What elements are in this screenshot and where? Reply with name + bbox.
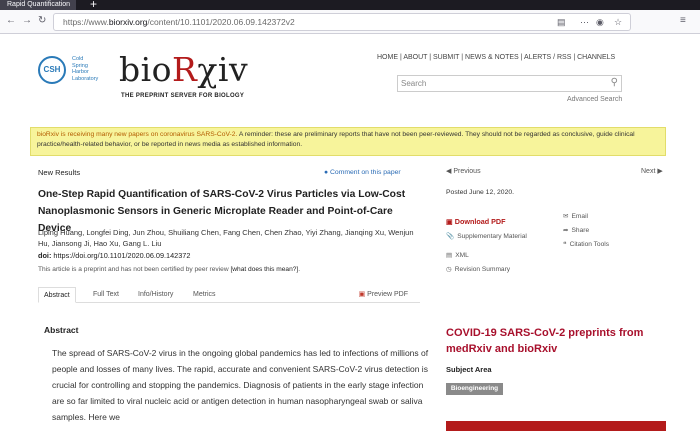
back-icon[interactable]: ← [6, 14, 16, 28]
browser-nav-bar: ← → ↻ https://www.biorxiv.org/content/10… [0, 10, 700, 34]
pdf-icon: ▣ [446, 217, 453, 226]
tab-full-text[interactable]: Full Text [88, 287, 124, 303]
preprint-text: This article is a preprint and has not b… [38, 266, 229, 273]
banner-prefix: bioRxiv is receiving many new papers on … [37, 131, 238, 138]
section-label: New Results [38, 168, 81, 177]
pdf-icon: ▣ [358, 291, 366, 298]
author-list[interactable]: Liping Huang, Longfei Ding, Jun Zhou, Sh… [38, 227, 423, 249]
csh-logo[interactable]: CSH [38, 56, 66, 84]
search-input[interactable]: Search ⚲ [397, 75, 622, 92]
email-link[interactable]: ✉ Email [563, 212, 588, 220]
preview-pdf-link[interactable]: ▣ Preview PDF [359, 287, 408, 303]
bookmark-star-icon[interactable]: ☆ [614, 17, 622, 28]
next-icon: ▶ [657, 168, 663, 175]
page-content: CSH Cold Spring Harbor Laboratory bioRχi… [0, 35, 700, 431]
doi-label: doi: [38, 251, 52, 260]
share-icon: ➦ [563, 227, 569, 234]
address-bar[interactable]: https://www.biorxiv.org/content/10.1101/… [53, 13, 631, 31]
citation-tools-link[interactable]: ❝ Citation Tools [563, 240, 609, 248]
previous-icon: ◀ [446, 168, 452, 175]
paperclip-icon: 📎 [446, 233, 455, 240]
next-link[interactable]: Next ▶ [641, 167, 663, 175]
advanced-search-link[interactable]: Advanced Search [567, 96, 622, 103]
xml-icon: ▤ [446, 252, 453, 259]
biorxiv-logo[interactable]: bioRχiv [119, 50, 248, 89]
url-path: /content/10.1101/2020.06.09.142372v2 [147, 17, 295, 27]
subject-area-heading: Subject Area [446, 365, 492, 374]
forward-icon[interactable]: → [22, 14, 32, 28]
next-label: Next [641, 168, 656, 175]
pocket-icon[interactable]: ◉ [596, 17, 604, 28]
url-prefix: https://www. [63, 17, 109, 27]
email-label: Email [571, 213, 589, 220]
supplementary-link[interactable]: 📎 Supplementary Material [446, 232, 527, 240]
tagline: THE PREPRINT SERVER FOR BIOLOGY [121, 93, 245, 99]
preprint-note: This article is a preprint and has not b… [38, 266, 301, 273]
csh-line: Laboratory [72, 75, 99, 82]
share-link[interactable]: ➦ Share [563, 226, 589, 234]
abstract-heading: Abstract [44, 325, 79, 335]
revision-summary-link[interactable]: ◷ Revision Summary [446, 265, 510, 273]
more-icon[interactable]: ⋯ [580, 17, 589, 28]
preview-pdf-label: Preview PDF [367, 291, 408, 298]
envelope-icon: ✉ [563, 213, 569, 220]
covid-notice-banner: bioRxiv is receiving many new papers on … [30, 127, 666, 156]
comment-icon: ● [324, 169, 329, 176]
collection-box-top [446, 421, 666, 431]
tab-metrics[interactable]: Metrics [188, 287, 221, 303]
url-text: https://www.biorxiv.org/content/10.1101/… [63, 17, 295, 27]
tab-title: Rapid Quantification [7, 1, 71, 8]
abstract-text: The spread of SARS-CoV-2 virus in the on… [52, 348, 429, 422]
what-does-this-mean-link[interactable]: [what does this mean?] [230, 266, 298, 273]
comment-link[interactable]: ● Comment on this paper [324, 169, 401, 176]
article-tabs: Abstract Full Text Info/History Metrics … [38, 287, 420, 303]
browser-tab-bar: Rapid Quantification + [0, 0, 700, 10]
reader-view-icon[interactable]: ▤ [557, 17, 566, 28]
download-pdf-link[interactable]: ▣ Download PDF [446, 217, 506, 226]
tab-info-history[interactable]: Info/History [133, 287, 178, 303]
brand-suffix: χiv [197, 50, 249, 89]
doi-link[interactable]: https://doi.org/10.1101/2020.06.09.14237… [53, 251, 190, 260]
previous-label: Previous [453, 168, 481, 175]
tab-abstract[interactable]: Abstract [38, 287, 76, 303]
new-tab-button[interactable]: + [90, 0, 97, 10]
download-pdf-label: Download PDF [454, 217, 506, 226]
subject-badge[interactable]: Bioengineering [446, 383, 503, 395]
revision-label: Revision Summary [454, 266, 511, 273]
share-label: Share [571, 227, 590, 234]
top-nav[interactable]: HOME | ABOUT | SUBMIT | NEWS & NOTES | A… [377, 54, 615, 61]
xml-link[interactable]: ▤ XML [446, 251, 469, 259]
menu-icon[interactable]: ≡ [680, 14, 686, 28]
browser-tab[interactable]: Rapid Quantification [0, 0, 76, 10]
reload-icon[interactable]: ↻ [38, 14, 46, 28]
search-placeholder: Search [401, 79, 427, 88]
posted-date: Posted June 12, 2020. [446, 189, 515, 196]
search-icon[interactable]: ⚲ [611, 77, 618, 88]
brand-prefix: bio [119, 50, 173, 89]
supplementary-label: Supplementary Material [457, 233, 527, 240]
quote-icon: ❝ [563, 241, 567, 248]
covid-collection-heading[interactable]: COVID-19 SARS-CoV-2 preprints from medRx… [446, 325, 666, 357]
url-host: biorxiv.org [108, 17, 148, 27]
brand-r: R [172, 50, 198, 89]
comment-label: Comment on this paper [330, 169, 401, 176]
xml-label: XML [455, 252, 469, 259]
csh-text: Cold Spring Harbor Laboratory [72, 56, 98, 82]
doi-line: doi: https://doi.org/10.1101/2020.06.09.… [38, 251, 190, 260]
citation-label: Citation Tools [569, 241, 610, 248]
history-icon: ◷ [446, 266, 452, 273]
previous-link[interactable]: ◀ Previous [446, 167, 481, 175]
